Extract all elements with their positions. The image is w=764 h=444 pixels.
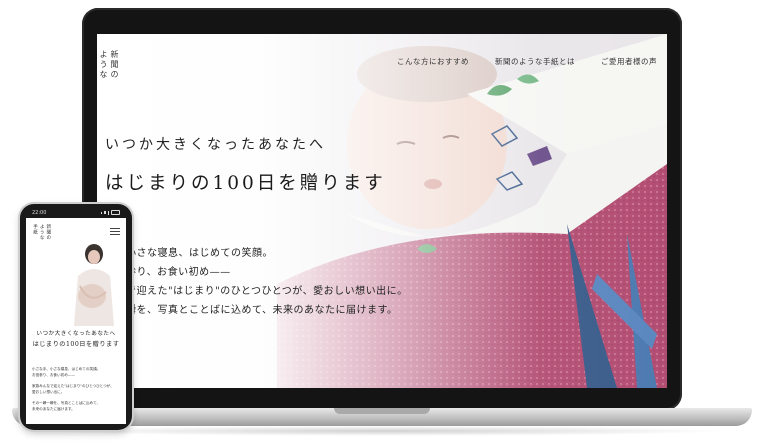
nav-item-recommend[interactable]: こんな方におすすめ [397, 56, 469, 67]
hero-body: 手、小さな寝息、はじめての笑顔。 お宮参り、お食い初め—— んなで迎えた"はじま… [105, 244, 408, 320]
phone-logo-line: ような [39, 224, 45, 241]
phone-hero-photo [60, 236, 120, 326]
nav-item-about[interactable]: 新聞のような手紙とは [495, 56, 575, 67]
phone-hero-title: はじまりの100日を贈ります [32, 341, 120, 348]
logo-line-1: 新聞の [110, 50, 119, 80]
site-logo[interactable]: 新聞の ような [99, 50, 119, 80]
hero-body-line: 手、小さな寝息、はじめての笑顔。 [105, 248, 273, 259]
phone-screen: 新聞の ような 手紙 いつか大きくなったあなたへ はじまりの100日を贈ります … [26, 218, 126, 424]
phone-time: 22:00 [32, 209, 47, 216]
nav-item-voices[interactable]: ご愛用者様の声 [601, 56, 657, 67]
signal-icon [100, 209, 120, 216]
hero-body-line: んなで迎えた"はじまり"のひとつひとつが、愛おしい想い出に。 [105, 286, 408, 297]
phone-body-line: 未来のあなたに届けます。 [32, 407, 75, 411]
laptop-notch [334, 408, 430, 414]
hero-fade-overlay [97, 34, 667, 388]
hero-title: はじまりの100日を贈ります [105, 173, 386, 194]
hero-subtitle: いつか大きくなったあなたへ [105, 137, 326, 153]
hero-body-line: お宮参り、お食い初め—— [105, 267, 231, 278]
device-shadow [40, 426, 730, 436]
phone-logo-line: 手紙 [32, 224, 38, 236]
phone-status-bar: 22:00 [26, 207, 126, 218]
laptop-screen: 新聞の ような こんな方におすすめ 新聞のような手紙とは ご愛用者様の声 料 い… [97, 34, 667, 388]
phone-logo[interactable]: 新聞の ような 手紙 [32, 224, 51, 241]
main-nav: こんな方におすすめ 新聞のような手紙とは ご愛用者様の声 料 [397, 56, 667, 67]
phone-hero-subtitle: いつか大きくなったあなたへ [36, 331, 116, 337]
hero-body-line: 瞬一瞬を、写真とことばに込めて、未来のあなたに届けます。 [105, 305, 398, 316]
phone-logo-line: 新聞の [45, 224, 51, 241]
battery-icon [111, 209, 120, 216]
logo-line-2: ような [99, 50, 108, 80]
phone-body: 小さな手、小さな寝息、はじめての笑顔。 お宮参り、お食い初め—— 家族みんなで迎… [32, 366, 114, 412]
